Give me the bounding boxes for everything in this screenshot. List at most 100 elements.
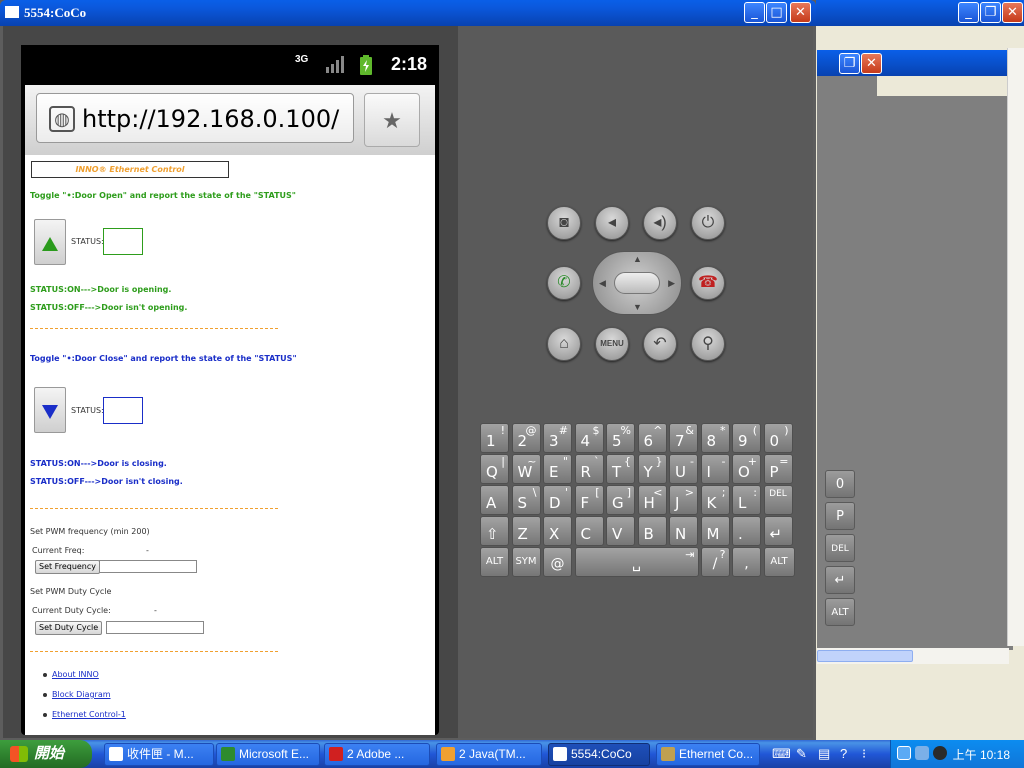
key-y[interactable]: Y} <box>637 454 667 484</box>
duty-cycle-input[interactable] <box>106 621 204 634</box>
url-input[interactable]: ◍ http://192.168.0.100/ <box>36 93 354 143</box>
key-8[interactable]: 8 * <box>700 423 730 453</box>
dpad-down-icon[interactable]: ▼ <box>633 302 642 312</box>
maximize-icon[interactable]: ❐ <box>980 2 1001 23</box>
key-x[interactable]: X <box>543 516 572 546</box>
maximize-icon[interactable]: □ <box>766 2 787 23</box>
key-alt-left[interactable]: ALT <box>480 547 509 577</box>
key-u[interactable]: U- <box>669 454 698 484</box>
key-6[interactable]: 6 ^ <box>637 423 667 453</box>
task-ethernet-control[interactable]: Ethernet Co... <box>656 743 760 766</box>
home-button[interactable]: ⌂ <box>547 327 581 361</box>
task-adobe[interactable]: 2 Adobe ... <box>324 743 430 766</box>
menu-button[interactable]: MENU <box>595 327 629 361</box>
key-e[interactable]: E " <box>543 454 572 484</box>
close-icon[interactable]: ✕ <box>861 53 882 74</box>
set-frequency-button[interactable]: Set Frequency <box>35 560 101 574</box>
key-g[interactable]: G] <box>606 485 635 515</box>
link-block-diagram[interactable]: Block Diagram <box>52 690 111 699</box>
network-tray-icon[interactable] <box>915 746 929 760</box>
scroll-thumb[interactable] <box>817 650 913 662</box>
key-comma[interactable]: , <box>732 547 761 577</box>
key-k[interactable]: K; <box>700 485 730 515</box>
close-icon[interactable]: ✕ <box>1002 2 1023 23</box>
key-del[interactable]: DEL <box>825 534 855 562</box>
task-java[interactable]: 2 Java(TM... <box>436 743 542 766</box>
key-r3c9[interactable]: ↵ <box>763 516 793 546</box>
key-d[interactable]: D ' <box>543 485 572 515</box>
door-open-toggle[interactable] <box>34 219 66 265</box>
bookmark-button[interactable]: ★ <box>364 93 420 147</box>
key-r2c9[interactable]: DEL <box>763 485 793 515</box>
key-7[interactable]: 7 & <box>669 423 698 453</box>
keyboard-tray-icon[interactable]: ⌨ <box>772 746 791 762</box>
door-close-toggle[interactable] <box>34 387 66 433</box>
tray-chevron-icon[interactable] <box>897 746 911 760</box>
key-h[interactable]: H < <box>637 485 667 515</box>
key-c[interactable]: C <box>574 516 604 546</box>
start-button[interactable]: 開始 <box>0 740 92 768</box>
key-m[interactable]: M <box>700 516 730 546</box>
key-at[interactable]: @ <box>543 547 572 577</box>
call-button[interactable]: ✆ <box>547 266 581 300</box>
task-inbox[interactable]: 收件匣 - M... <box>104 743 214 766</box>
set-duty-cycle-button[interactable]: Set Duty Cycle <box>35 621 103 635</box>
key-2[interactable]: 2 @ <box>511 423 541 453</box>
key-w[interactable]: W ~ <box>511 454 541 484</box>
dpad-center-button[interactable] <box>614 272 660 294</box>
key-1[interactable]: 1! <box>480 423 509 453</box>
back-button[interactable]: ↶ <box>643 327 677 361</box>
key-o[interactable]: O + <box>732 454 761 484</box>
minimize-icon[interactable]: _ <box>744 2 765 23</box>
key-3[interactable]: 3 # <box>543 423 572 453</box>
key-0[interactable]: 0) <box>763 423 793 453</box>
key-n[interactable]: N <box>669 516 698 546</box>
maximize-icon[interactable]: ❐ <box>839 53 860 74</box>
options-tray-icon[interactable]: ⁝ <box>862 746 866 762</box>
key-alt[interactable]: ALT <box>825 598 855 626</box>
key-slash[interactable]: /? <box>700 547 730 577</box>
search-button[interactable]: ⚲ <box>691 327 725 361</box>
horizontal-scrollbar[interactable] <box>817 648 1009 664</box>
task-excel[interactable]: Microsoft E... <box>216 743 320 766</box>
frequency-input[interactable] <box>99 560 197 573</box>
ime-tray-icon[interactable]: ▤ <box>818 746 830 762</box>
vertical-scrollbar[interactable] <box>1007 48 1024 646</box>
power-button[interactable]: ⏻ <box>691 206 725 240</box>
key-sym[interactable]: SYM <box>511 547 541 577</box>
key-b[interactable]: B <box>637 516 667 546</box>
link-ethernet-control-1[interactable]: Ethernet Control-1 <box>52 710 126 719</box>
camera-button[interactable]: ◙ <box>547 206 581 240</box>
key-s[interactable]: S \ <box>511 485 541 515</box>
key-p[interactable]: P = <box>763 454 793 484</box>
key-a[interactable]: A <box>480 485 509 515</box>
key-4[interactable]: 4 $ <box>574 423 604 453</box>
dpad-left-icon[interactable]: ◀ <box>599 278 606 289</box>
dpad-right-icon[interactable]: ▶ <box>668 278 675 289</box>
app-tray-icon[interactable] <box>933 746 947 760</box>
key-t[interactable]: T{ <box>606 454 635 484</box>
help-tray-icon[interactable]: ? <box>840 746 847 761</box>
minimize-icon[interactable]: _ <box>958 2 979 23</box>
key-enter[interactable]: ↵ <box>825 566 855 594</box>
window-titlebar[interactable]: 5554:CoCo <box>0 0 816 26</box>
dpad-up-icon[interactable]: ▲ <box>633 254 642 264</box>
key-j[interactable]: J > <box>669 485 698 515</box>
link-about-inno[interactable]: About INNO <box>52 670 99 679</box>
task-emulator[interactable]: 5554:CoCo <box>548 743 650 766</box>
key-v[interactable]: V <box>606 516 635 546</box>
key-f[interactable]: F[ <box>574 485 604 515</box>
end-call-button[interactable]: ☎ <box>691 266 725 300</box>
key-9[interactable]: 9( <box>732 423 761 453</box>
key-p[interactable]: P <box>825 502 855 530</box>
close-icon[interactable]: ✕ <box>790 2 811 23</box>
key-5[interactable]: 5% <box>606 423 635 453</box>
key-i[interactable]: I- <box>700 454 730 484</box>
key-space[interactable]: ␣ ⇥ <box>574 547 699 577</box>
volume-up-button[interactable]: ◂) <box>643 206 677 240</box>
volume-down-button[interactable]: ◂ <box>595 206 629 240</box>
dpad[interactable]: ▲ ▼ ◀ ▶ <box>592 251 682 315</box>
key-r[interactable]: R ` <box>574 454 604 484</box>
key-zero[interactable]: 0 <box>825 470 855 498</box>
pen-tray-icon[interactable]: ✎ <box>796 746 807 762</box>
